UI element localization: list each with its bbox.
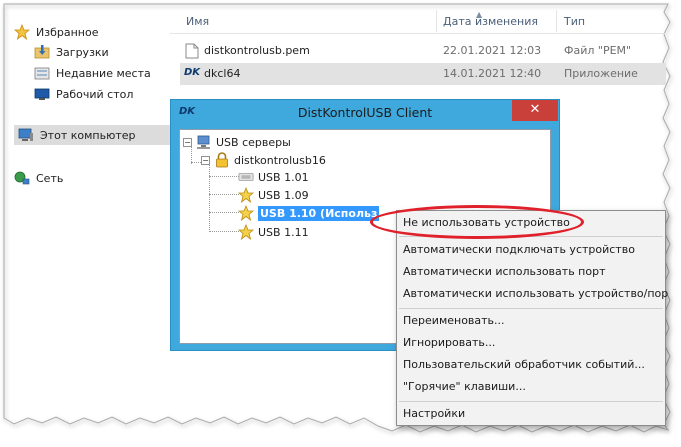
server-icon <box>196 134 212 150</box>
star-icon <box>238 224 254 240</box>
nav-network-label: Сеть <box>36 171 64 185</box>
file-date: 22.01.2021 12:03 <box>443 44 542 57</box>
menu-item-rename[interactable]: Переименовать... <box>403 311 505 331</box>
nav-item-downloads-label: Загрузки <box>56 45 109 59</box>
document-icon <box>184 43 200 59</box>
menu-item-event-handler[interactable]: Пользовательский обработчик событий... <box>403 355 645 375</box>
menu-separator <box>399 401 663 402</box>
nav-item-recent-places[interactable]: Недавние места <box>34 63 151 83</box>
computer-icon <box>18 127 34 143</box>
nav-item-recent-places-label: Недавние места <box>56 66 151 80</box>
highlight-ellipse <box>370 205 584 239</box>
menu-item-ignore[interactable]: Игнорировать... <box>403 333 495 353</box>
tree-node-label: distkontrolusb16 <box>234 153 326 167</box>
collapse-toggle-icon[interactable]: − <box>183 137 192 147</box>
nav-this-pc[interactable]: Этот компьютер <box>14 125 170 145</box>
star-icon <box>238 205 254 221</box>
file-date: 14.01.2021 12:40 <box>443 67 542 80</box>
dialog-titlebar[interactable]: DK DistKontrolUSB Client ✕ <box>171 100 559 126</box>
lock-icon <box>214 152 230 168</box>
tree-node-port[interactable]: USB 1.01 <box>238 168 309 186</box>
tree-node-label: USB 1.01 <box>258 170 309 184</box>
recent-places-icon <box>34 65 50 81</box>
column-divider[interactable] <box>436 10 437 32</box>
tree-node-port[interactable]: USB 1.11 <box>238 223 309 241</box>
nav-network[interactable]: Сеть <box>14 168 63 188</box>
menu-item-auto-use-device-port[interactable]: Автоматически использовать устройство/по… <box>403 284 668 304</box>
column-header-name[interactable]: Имя <box>186 15 209 28</box>
menu-item-settings[interactable]: Настройки <box>403 404 465 424</box>
nav-this-pc-label: Этот компьютер <box>40 128 136 142</box>
star-icon <box>14 24 30 40</box>
file-type: Приложение <box>564 67 638 80</box>
tree-node-server[interactable]: − distkontrolusb16 <box>201 151 326 169</box>
nav-item-downloads[interactable]: Загрузки <box>34 42 109 62</box>
tree-node-label: USB серверы <box>216 135 291 149</box>
file-name: dkcl64 <box>204 67 241 80</box>
downloads-folder-icon <box>34 44 50 60</box>
navigation-pane: Избранное Загрузки Недавние места Рабочи… <box>14 10 170 410</box>
close-button[interactable]: ✕ <box>512 100 558 121</box>
file-name: distkontrolusb.pem <box>204 44 310 57</box>
context-menu: Не использовать устройство Автоматически… <box>396 210 668 426</box>
desktop-icon <box>34 86 50 102</box>
tree-node-port[interactable]: USB 1.09 <box>238 186 309 204</box>
usb-port-icon <box>238 169 254 185</box>
column-divider[interactable] <box>556 10 557 32</box>
tree-node-label: USB 1.10 (Использ <box>258 205 380 221</box>
nav-favorites[interactable]: Избранное <box>14 22 98 42</box>
tree-node-label: USB 1.11 <box>258 225 309 239</box>
nav-item-desktop[interactable]: Рабочий стол <box>34 84 133 104</box>
menu-item-hotkeys[interactable]: "Горячие" клавиши... <box>403 377 526 397</box>
network-icon <box>14 170 30 186</box>
nav-item-desktop-label: Рабочий стол <box>56 87 134 101</box>
file-row[interactable]: DK dkcl64 14.01.2021 12:40 Приложение <box>180 63 666 85</box>
menu-separator <box>399 308 663 309</box>
column-header-date[interactable]: Дата изменения <box>443 15 538 28</box>
collapse-toggle-icon[interactable]: − <box>201 155 210 165</box>
dialog-title: DistKontrolUSB Client <box>297 105 433 120</box>
file-type: Файл "PEM" <box>564 44 632 57</box>
tree-node-label: USB 1.09 <box>258 188 309 202</box>
star-icon <box>238 187 254 203</box>
tree-node-usb-servers[interactable]: − USB серверы <box>183 133 291 151</box>
menu-item-auto-connect-device[interactable]: Автоматически подключать устройство <box>403 240 635 260</box>
tree-node-port-selected[interactable]: USB 1.10 (Использ <box>238 204 380 222</box>
column-header-row: ▲ Имя Дата изменения Тип <box>170 8 666 34</box>
menu-item-auto-use-port[interactable]: Автоматически использовать порт <box>403 262 605 282</box>
app-icon: DK <box>184 67 201 78</box>
file-row[interactable]: distkontrolusb.pem 22.01.2021 12:03 Файл… <box>180 40 666 62</box>
nav-favorites-label: Избранное <box>36 25 99 39</box>
column-header-type[interactable]: Тип <box>564 15 585 28</box>
